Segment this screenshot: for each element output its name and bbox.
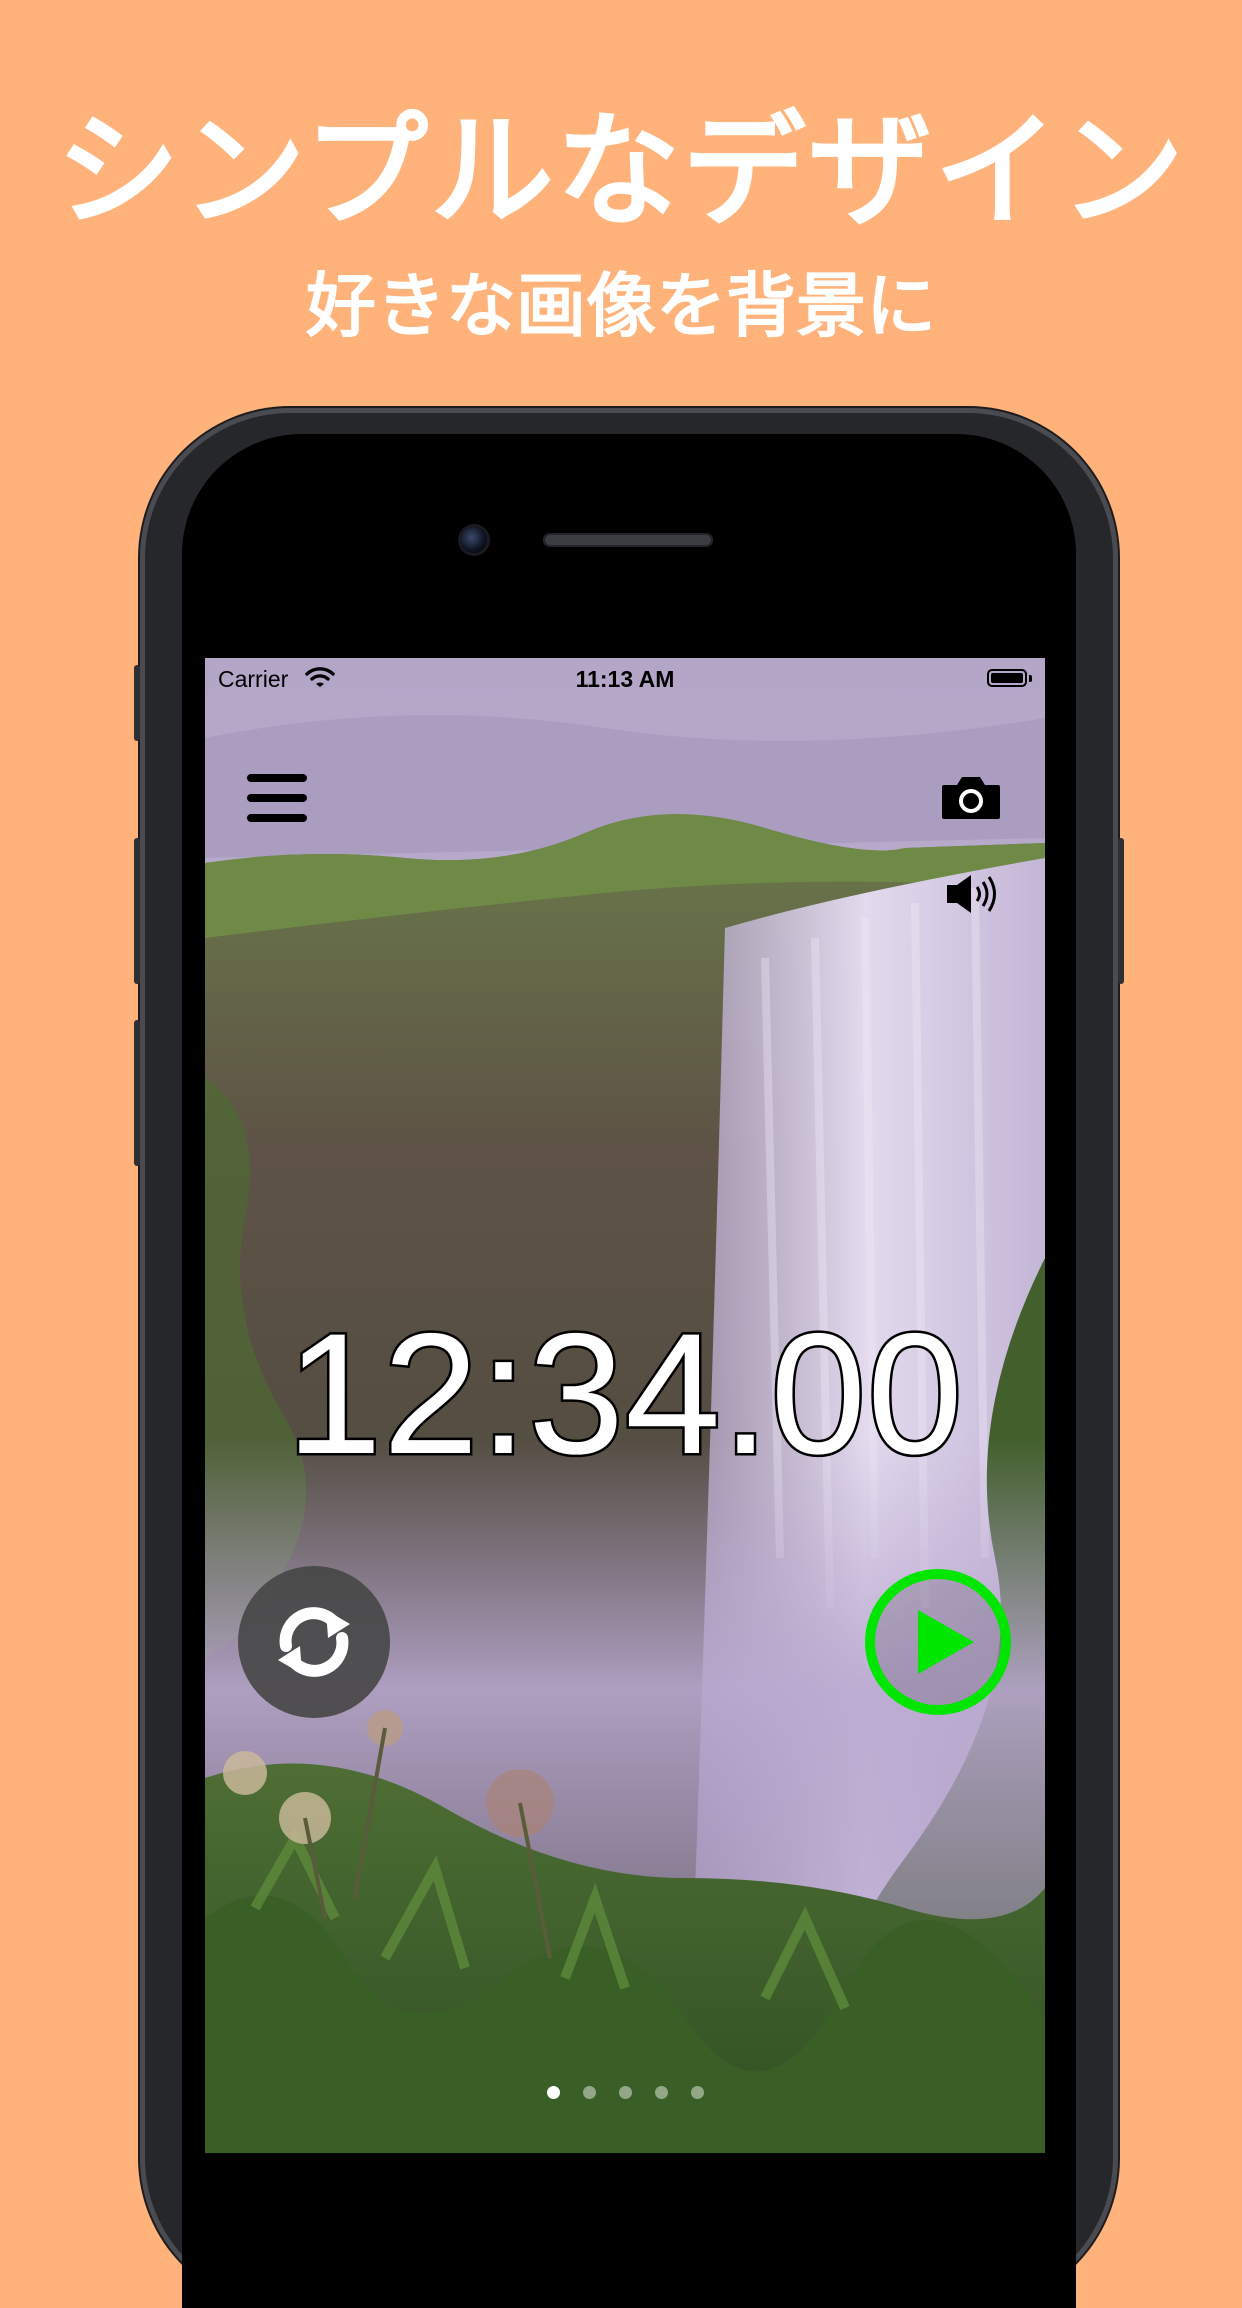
battery-icon	[987, 669, 1027, 687]
promo-subheadline: 好きな画像を背景に	[306, 265, 936, 347]
camera-icon[interactable]	[940, 773, 1002, 823]
phone-power-button	[1118, 838, 1124, 984]
page-dot-5[interactable]	[690, 2086, 704, 2099]
page-dot-4[interactable]	[654, 2086, 668, 2099]
refresh-icon	[278, 1607, 350, 1677]
status-time: 11:13 AM	[575, 666, 675, 692]
phone-volume-down-button	[134, 1020, 140, 1166]
front-camera	[461, 527, 487, 553]
promo-headline: シンプルなデザイン	[55, 100, 1187, 244]
app-screen: Carrier 11:13 AM 12:34.00	[205, 658, 1045, 2153]
status-bar: Carrier 11:13 AM	[205, 658, 1045, 702]
earpiece-speaker	[543, 533, 713, 547]
page-dot-2[interactable]	[582, 2086, 596, 2099]
reset-button[interactable]	[238, 1566, 390, 1718]
page-dot-3[interactable]	[618, 2086, 632, 2099]
hamburger-menu-icon[interactable]	[245, 770, 309, 826]
play-button[interactable]	[862, 1566, 1014, 1718]
phone-mute-switch	[134, 665, 140, 741]
speaker-volume-icon[interactable]	[945, 871, 1003, 917]
page-indicator[interactable]	[205, 2086, 1045, 2099]
page-dot-1[interactable]	[546, 2086, 560, 2099]
phone-volume-up-button	[134, 838, 140, 984]
timer-display: 12:34.00	[284, 1298, 966, 1490]
battery-tip	[1029, 675, 1032, 682]
